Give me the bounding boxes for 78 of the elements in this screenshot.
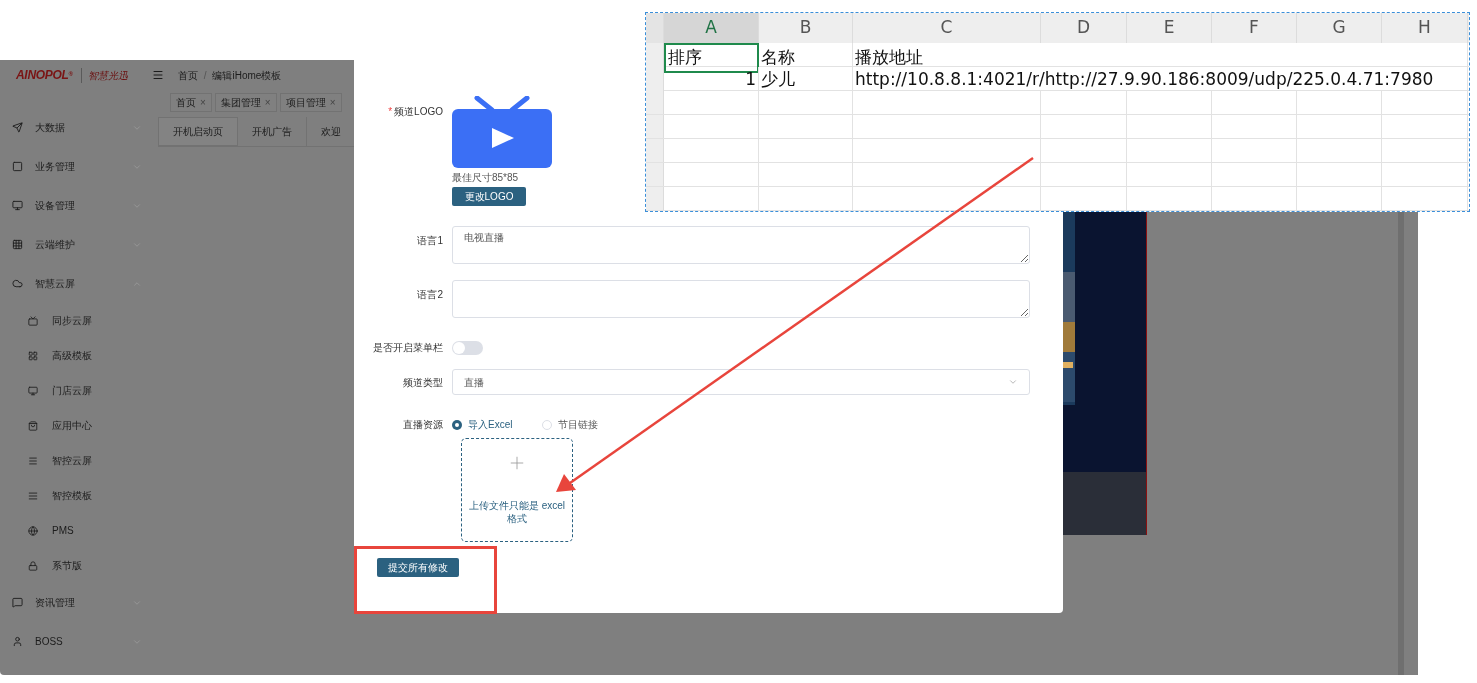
tab[interactable]: 开机广告 xyxy=(238,117,307,146)
sheet-cell[interactable]: http://10.8.8.1:4021/r/http://27.9.90.186:8009/udp/225.0.4.71:7980 xyxy=(853,67,1468,93)
row-header[interactable] xyxy=(646,115,664,138)
row-header[interactable] xyxy=(646,163,664,186)
sheet-cell[interactable]: 1 xyxy=(664,67,759,93)
breadcrumb-item[interactable]: 首页 xyxy=(177,67,198,83)
tv-logo-icon xyxy=(452,96,552,168)
sidebar-item[interactable]: 大数据 xyxy=(0,108,158,147)
chat-icon xyxy=(12,597,23,608)
tab[interactable]: 开机启动页 xyxy=(158,117,238,146)
sidebar-item[interactable]: 资讯管理 xyxy=(0,583,158,622)
menu-icon xyxy=(28,455,38,466)
lock-icon xyxy=(28,560,38,571)
layout-icon xyxy=(28,350,38,361)
column-header[interactable]: F xyxy=(1212,13,1297,43)
cloud-icon xyxy=(12,278,23,289)
bag-icon xyxy=(28,420,38,431)
sidebar-subitem[interactable]: 智控云屏 xyxy=(0,443,158,478)
form-label: 频道类型 xyxy=(403,376,443,388)
grid-icon xyxy=(12,239,23,250)
upload-hint: 上传文件只能是 excel 格式 xyxy=(467,499,567,525)
sidebar-subitem[interactable]: PMS xyxy=(0,513,158,548)
column-header[interactable]: C xyxy=(853,13,1041,43)
brand-logo: AINOPOL$^{®}$ xyxy=(16,67,73,84)
form-label: 语言2 xyxy=(417,289,443,300)
radio-option[interactable]: 导入Excel xyxy=(452,417,513,432)
column-header[interactable]: E xyxy=(1127,13,1212,43)
column-header[interactable]: D xyxy=(1041,13,1127,43)
form-label: 是否开启菜单栏 xyxy=(373,342,443,353)
square-icon xyxy=(12,161,23,172)
sidebar-subitem[interactable]: 门店云屏 xyxy=(0,373,158,408)
column-header[interactable]: A xyxy=(664,13,759,43)
sidebar-subitem[interactable]: 应用中心 xyxy=(0,408,158,443)
sidebar-item[interactable]: 业务管理 xyxy=(0,147,158,186)
radio-button[interactable] xyxy=(452,419,462,430)
open-tag[interactable]: 首页 × xyxy=(170,93,212,112)
tv-icon xyxy=(28,315,38,326)
sidebar-subitem[interactable]: 高级模板 xyxy=(0,338,158,373)
sheet-cell[interactable]: 少儿 xyxy=(759,67,853,93)
logo-hint: 最佳尺寸85*85 xyxy=(452,171,520,185)
toggle-switch[interactable] xyxy=(452,340,483,355)
open-tag[interactable]: 集团管理 × xyxy=(214,93,277,112)
text-area[interactable] xyxy=(452,280,1030,318)
sidebar-item[interactable]: 智慧云屏 xyxy=(0,264,158,303)
submit-button[interactable]: 提交所有修改 xyxy=(377,558,459,577)
open-tag[interactable]: 项目管理 × xyxy=(279,93,342,112)
globe-icon xyxy=(28,525,38,536)
sidebar-subitem[interactable]: 智控模板 xyxy=(0,478,158,513)
send-icon xyxy=(12,122,23,133)
row-header[interactable] xyxy=(646,139,664,162)
menu-icon[interactable] xyxy=(151,69,164,81)
form-label: * 频道LOGO xyxy=(388,106,443,117)
sidebar-item[interactable]: BOSS xyxy=(0,622,158,661)
column-header[interactable]: B xyxy=(759,13,853,43)
change-logo-button[interactable]: 更改LOGO xyxy=(452,187,526,206)
form-label: 语言1 xyxy=(417,235,443,246)
user-icon xyxy=(12,636,23,647)
monitor-icon xyxy=(28,385,38,396)
caret-icon xyxy=(1008,377,1018,387)
row-header[interactable] xyxy=(646,187,664,210)
sidebar-item[interactable]: 云端维护 xyxy=(0,225,158,264)
breadcrumb-separator: / xyxy=(203,68,207,83)
radio-option[interactable]: 节目链接 xyxy=(542,417,599,432)
brand-name: 智慧光迅 xyxy=(80,67,128,83)
corner-cell[interactable] xyxy=(646,13,664,43)
sheet-cell[interactable]: 排序 xyxy=(664,43,759,73)
column-header[interactable]: H xyxy=(1382,13,1468,43)
sidebar-subitem[interactable]: 系节版 xyxy=(0,548,158,583)
form-label: 直播资源 xyxy=(403,419,443,430)
breadcrumb-item[interactable]: 编辑iHome模板 xyxy=(212,67,282,83)
type-select[interactable]: 直播 xyxy=(452,369,1030,395)
monitor-icon xyxy=(12,200,23,211)
row-header[interactable] xyxy=(646,91,664,114)
list-icon xyxy=(28,490,38,501)
column-header[interactable]: G xyxy=(1297,13,1382,43)
sidebar-subitem[interactable]: 同步云屏 xyxy=(0,303,158,338)
text-area[interactable]: 电视直播 xyxy=(452,226,1030,264)
sidebar-item[interactable]: 设备管理 xyxy=(0,186,158,225)
